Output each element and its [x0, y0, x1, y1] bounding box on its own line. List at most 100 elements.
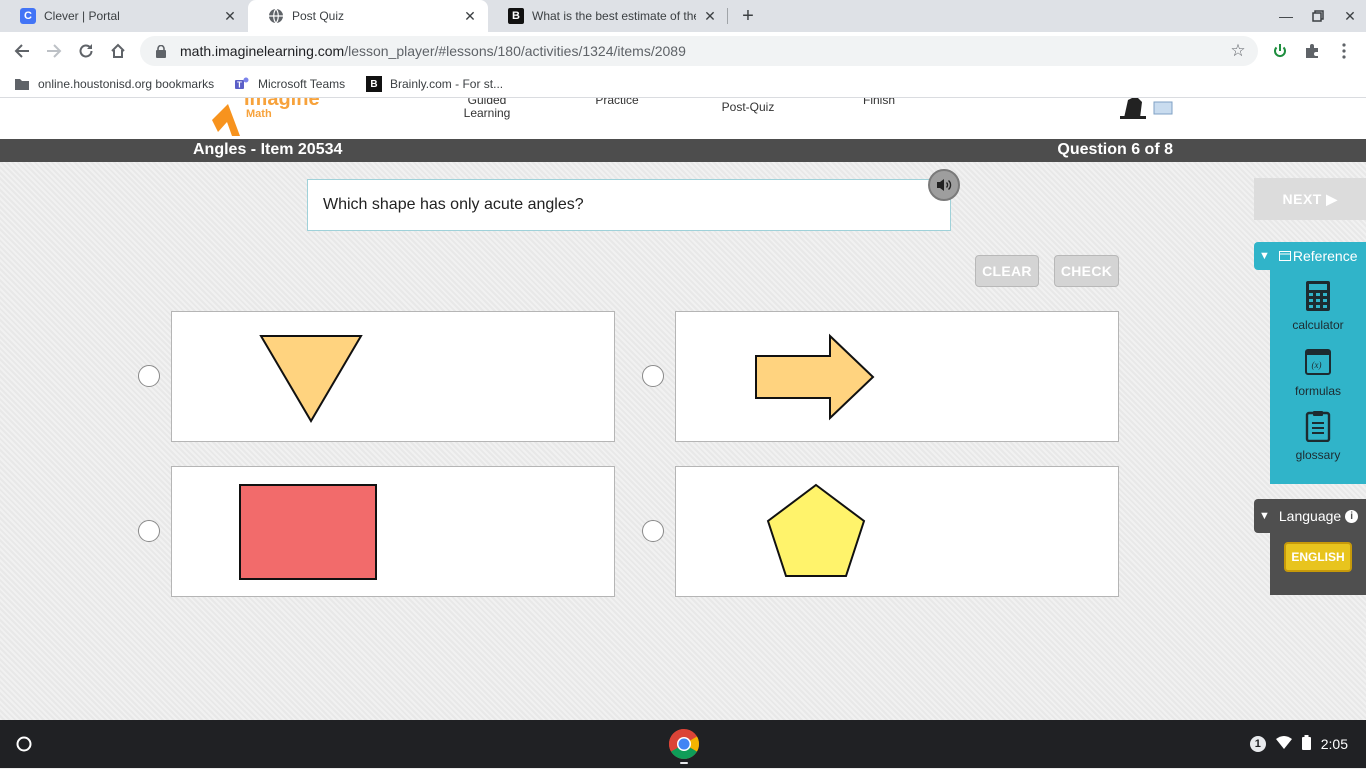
bookmark-label: online.houstonisd.org bookmarks — [38, 77, 215, 91]
url-path: /lesson_player/#lessons/180/activities/1… — [344, 43, 686, 59]
logo-sub: Math — [246, 108, 272, 120]
language-label: Language — [1278, 508, 1342, 524]
calculator-icon — [1303, 280, 1333, 312]
tab-title: Clever | Portal — [44, 9, 120, 23]
address-bar[interactable]: math.imaginelearning.com/lesson_player/#… — [140, 36, 1258, 66]
browser-toolbar: math.imaginelearning.com/lesson_player/#… — [0, 32, 1366, 70]
globe-icon — [268, 8, 284, 24]
tab-title: Post Quiz — [292, 9, 345, 23]
tab-clever[interactable]: C Clever | Portal ✕ — [0, 0, 248, 32]
tab-brainly[interactable]: B What is the best estimate of the ✕ — [488, 0, 728, 32]
forward-icon[interactable] — [42, 39, 66, 63]
question-prompt: Which shape has only acute angles? — [307, 179, 951, 231]
reference-label: Reference — [1292, 248, 1358, 264]
close-tab-icon[interactable]: ✕ — [462, 8, 478, 24]
reference-toggle[interactable]: ▼ Reference — [1254, 242, 1366, 270]
prompt-text: Which shape has only acute angles? — [323, 196, 584, 213]
bookmark-label: Microsoft Teams — [258, 77, 346, 91]
tab-strip: C Clever | Portal ✕ Post Quiz ✕ B What i… — [0, 0, 1366, 32]
arrow-shape — [755, 333, 875, 421]
formulas-tool[interactable]: (x) formulas — [1270, 346, 1366, 398]
bookmark-houstonisd[interactable]: online.houstonisd.org bookmarks — [14, 76, 214, 92]
calculator-label: calculator — [1292, 318, 1344, 332]
step-post-quiz[interactable]: Post-Quiz — [708, 101, 788, 114]
calculator-tool[interactable]: calculator — [1270, 280, 1366, 332]
reference-book-icon — [1278, 248, 1291, 264]
question-progress: Question 6 of 8 — [1057, 141, 1173, 158]
close-window-icon[interactable]: ✕ — [1340, 6, 1360, 26]
bookmark-star-icon[interactable]: ☆ — [1228, 41, 1248, 61]
choice-card-pentagon[interactable] — [675, 466, 1119, 597]
wifi-icon — [1275, 736, 1292, 752]
choice-card-rectangle[interactable] — [171, 466, 615, 597]
status-tray[interactable]: 1 2:05 — [1240, 730, 1358, 758]
activity-titlebar: Angles - Item 20534 Question 6 of 8 — [0, 139, 1366, 162]
item-title: Angles - Item 20534 — [193, 141, 343, 158]
back-icon[interactable] — [10, 39, 34, 63]
clever-icon: C — [20, 8, 36, 24]
tab-post-quiz[interactable]: Post Quiz ✕ — [248, 0, 488, 32]
url-host: math.imaginelearning.com — [180, 43, 345, 59]
glossary-tool[interactable]: glossary — [1270, 410, 1366, 462]
glossary-label: glossary — [1295, 448, 1341, 462]
choice-card-triangle[interactable] — [171, 311, 615, 442]
tab-title: What is the best estimate of the — [532, 9, 696, 23]
new-tab-icon[interactable]: + — [736, 4, 760, 28]
minimize-icon[interactable]: — — [1276, 6, 1296, 26]
brainly-icon: B — [508, 8, 524, 24]
os-shelf: 1 2:05 — [0, 720, 1366, 768]
step-guided-learning[interactable]: Guided Learning — [452, 98, 522, 120]
bookmark-teams[interactable]: T Microsoft Teams — [234, 76, 345, 92]
glossary-icon — [1303, 410, 1333, 443]
info-icon[interactable]: i — [1345, 509, 1359, 523]
choice-radio-d[interactable] — [642, 520, 664, 542]
imagine-math-logo: Imagine Math — [210, 98, 320, 138]
bookmark-label: Brainly.com - For st... — [390, 77, 504, 91]
step-finish[interactable]: Finish — [846, 98, 912, 107]
choice-radio-a[interactable] — [138, 365, 160, 387]
reload-icon[interactable] — [74, 39, 98, 63]
step-practice[interactable]: Practice — [582, 98, 652, 107]
extensions-puzzle-icon[interactable] — [1302, 41, 1322, 61]
svg-text:(x): (x) — [1312, 360, 1322, 370]
formulas-label: formulas — [1294, 384, 1341, 398]
teams-icon: T — [234, 76, 250, 92]
formulas-icon: (x) — [1303, 346, 1333, 378]
bookmark-brainly[interactable]: B Brainly.com - For st... — [366, 76, 503, 92]
launcher-icon[interactable] — [12, 732, 36, 756]
notification-count: 1 — [1249, 736, 1266, 752]
choice-radio-c[interactable] — [138, 520, 160, 542]
clear-button[interactable]: CLEAR — [975, 255, 1039, 287]
tab-separator — [727, 8, 728, 24]
restore-icon[interactable] — [1308, 6, 1328, 26]
avatar — [1120, 98, 1176, 120]
choice-card-arrow[interactable] — [675, 311, 1119, 442]
clock-time: 2:05 — [1320, 736, 1348, 752]
choice-radio-b[interactable] — [642, 365, 664, 387]
next-button[interactable]: NEXT ▶ — [1254, 178, 1366, 220]
brainly-icon: B — [366, 76, 382, 92]
triangle-down-icon: ▼ — [1259, 250, 1270, 262]
close-tab-icon[interactable]: ✕ — [702, 8, 718, 24]
check-button[interactable]: CHECK — [1054, 255, 1119, 287]
chrome-app-icon[interactable] — [668, 728, 700, 764]
pentagon-shape — [766, 483, 866, 577]
app-header: Imagine Math Guided Learning Practice Po… — [0, 98, 1366, 139]
triangle-shape — [259, 335, 363, 423]
activity-area: Which shape has only acute angles? CLEAR… — [0, 162, 1366, 720]
triangle-down-icon: ▼ — [1259, 510, 1270, 522]
power-extension-icon[interactable] — [1270, 41, 1290, 61]
english-button[interactable]: ENGLISH — [1284, 542, 1352, 572]
more-menu-icon[interactable] — [1334, 41, 1354, 61]
reference-panel: calculator (x) formulas glossary — [1270, 242, 1366, 484]
bookmarks-bar: online.houstonisd.org bookmarks T Micros… — [0, 70, 1366, 98]
rectangle-shape — [239, 484, 377, 580]
close-tab-icon[interactable]: ✕ — [222, 8, 238, 24]
battery-icon — [1301, 735, 1311, 753]
svg-text:T: T — [237, 81, 242, 90]
folder-icon — [14, 76, 30, 92]
language-toggle[interactable]: ▼ Language i — [1254, 499, 1366, 533]
home-icon[interactable] — [106, 39, 130, 63]
lock-icon — [154, 44, 168, 58]
speaker-icon[interactable] — [928, 169, 960, 201]
